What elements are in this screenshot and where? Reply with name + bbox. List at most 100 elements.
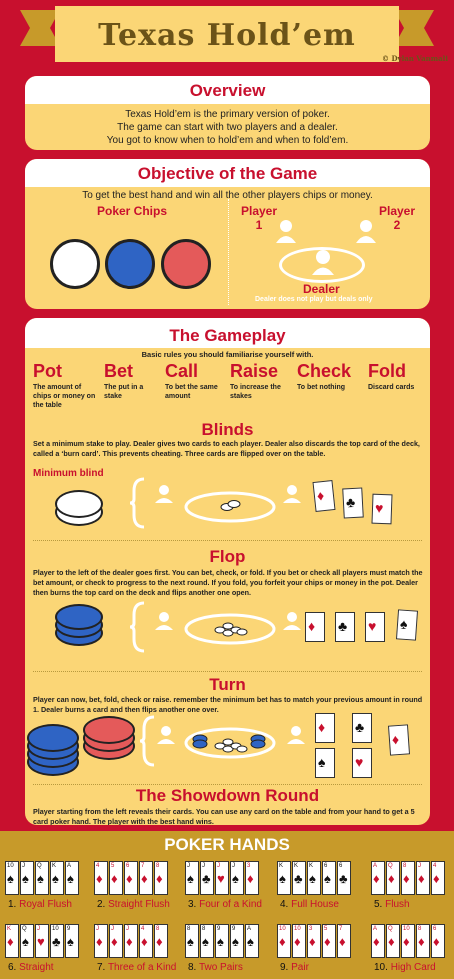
card-rank: K bbox=[309, 863, 314, 869]
section-divider bbox=[33, 671, 422, 672]
card-rank: A bbox=[247, 926, 252, 932]
card-rank: J bbox=[37, 926, 40, 932]
hand-label: 10. High Card bbox=[374, 962, 436, 973]
hand-label: 8. Two Pairs bbox=[188, 962, 243, 973]
term-check-desc: To bet nothing bbox=[297, 384, 346, 391]
card-rank: 8 bbox=[187, 926, 191, 932]
card-suit-icon: ♦ bbox=[388, 871, 395, 886]
hand-card: J ♦ bbox=[416, 861, 430, 895]
objective-heading: Objective of the Game bbox=[25, 159, 430, 187]
gameplay-panel: The Gameplay Basic rules you should fami… bbox=[25, 318, 430, 825]
hand-card: J ♦ bbox=[109, 924, 123, 958]
card-suit-icon: ♠ bbox=[217, 934, 224, 949]
hand-card: A ♠ bbox=[245, 924, 259, 958]
card-suit-icon: ♣ bbox=[339, 871, 348, 886]
card-rank: 10 bbox=[279, 926, 286, 932]
card-suit-icon: ♦ bbox=[433, 934, 440, 949]
card-suit-icon: ♦ bbox=[309, 934, 316, 949]
card-rank: 8 bbox=[403, 863, 407, 869]
card-suit-icon: ♠ bbox=[187, 871, 194, 886]
hand-number: 6. bbox=[8, 962, 20, 973]
poker-hands-title: POKER HANDS bbox=[164, 835, 290, 854]
term-pot-desc: The amount of chips or money on the tabl… bbox=[33, 384, 96, 409]
turn-card: ♥ bbox=[352, 748, 372, 778]
flop-title: Flop bbox=[209, 547, 246, 566]
overview-line: Texas Hold’em is the primary version of … bbox=[125, 109, 330, 120]
flop-card: ♦ bbox=[305, 612, 325, 642]
objective-divider bbox=[228, 199, 229, 305]
player2-label: Player 2 bbox=[379, 204, 415, 232]
term-raise-desc: To increase the stakes bbox=[230, 384, 281, 400]
hand-label: 2. Straight Flush bbox=[97, 899, 170, 910]
card-suit-icon: ♠ bbox=[187, 934, 194, 949]
card-suit-icon: ♠ bbox=[67, 871, 74, 886]
hand-card: J ♠ bbox=[20, 861, 34, 895]
hand-card: Q ♠ bbox=[20, 924, 34, 958]
player2-label-num: 2 bbox=[393, 218, 401, 232]
card-suit-icon: ♦ bbox=[403, 934, 410, 949]
flop-card: ♠ bbox=[395, 609, 419, 641]
hand-card: A ♦ bbox=[371, 924, 385, 958]
card-suit-icon: ♦ bbox=[156, 934, 163, 949]
card-rank: 6 bbox=[339, 863, 343, 869]
card-rank: K bbox=[7, 926, 12, 932]
hand-cards: 10 ♠ J ♠ Q ♠ K ♠ A ♠ bbox=[5, 861, 83, 895]
hand-number: 3. bbox=[188, 899, 200, 910]
hand-card: 10 ♦ bbox=[401, 924, 415, 958]
card-rank: J bbox=[232, 863, 235, 869]
flop-chip bbox=[55, 604, 103, 630]
blind-chip-stack-top bbox=[55, 490, 103, 518]
card-rank: 10 bbox=[52, 926, 59, 932]
hand-label: 1. Royal Flush bbox=[8, 899, 72, 910]
hand-cards: K ♦ Q ♠ J ♥ 10 ♣ 9 ♠ bbox=[5, 924, 83, 958]
card-rank: J bbox=[96, 926, 99, 932]
hand-number: 2. bbox=[97, 899, 109, 910]
section-divider bbox=[33, 784, 422, 785]
card-rank: Q bbox=[22, 926, 27, 932]
dealer-label: Dealer bbox=[303, 282, 340, 296]
hand-card: 6 ♠ bbox=[322, 861, 336, 895]
hand-card: J ♥ bbox=[35, 924, 49, 958]
hand-card: 10 ♠ bbox=[5, 861, 19, 895]
card-suit-icon: ♠ bbox=[324, 871, 331, 886]
hand-cards: 4 ♦ 5 ♦ 6 ♦ 7 ♦ 8 ♦ bbox=[94, 861, 172, 895]
hand-card: 10 ♦ bbox=[277, 924, 291, 958]
overview-line: You got to know when to hold’em and when… bbox=[106, 135, 349, 146]
card-rank: 6 bbox=[433, 926, 437, 932]
card-rank: J bbox=[217, 863, 220, 869]
hand-card: K ♠ bbox=[307, 861, 321, 895]
card-suit-icon: ♥ bbox=[217, 871, 225, 886]
gameplay-heading: The Gameplay bbox=[25, 318, 430, 348]
hand-name: Two Pairs bbox=[198, 962, 243, 973]
hand-label: 7. Three of a Kind bbox=[97, 962, 176, 973]
card-rank: Q bbox=[37, 863, 42, 869]
card-suit-icon: ♦ bbox=[141, 871, 148, 886]
overview-line: The game can start with two players and … bbox=[117, 122, 338, 133]
card-suit-icon: ♦ bbox=[96, 934, 103, 949]
blinds-text: Set a minimum stake to play. Dealer give… bbox=[33, 439, 420, 458]
hand-number: 8. bbox=[188, 962, 199, 973]
card-suit-icon: ♠ bbox=[22, 871, 29, 886]
card-rank: 4 bbox=[433, 863, 437, 869]
card-suit-icon: ♣ bbox=[52, 934, 61, 949]
hand-card: K ♠ bbox=[50, 861, 64, 895]
hand-name: Straight bbox=[19, 962, 54, 973]
hand-card: 8 ♦ bbox=[416, 924, 430, 958]
card-suit-icon: ♦ bbox=[279, 934, 286, 949]
card-suit-icon: ♠ bbox=[202, 934, 209, 949]
hand-number: 1. bbox=[8, 899, 20, 910]
blue-chip bbox=[105, 239, 155, 289]
credit-text: © Dylan Vanmali bbox=[382, 54, 448, 63]
objective-panel: Objective of the Game To get the best ha… bbox=[25, 159, 430, 309]
player2-person-icon bbox=[356, 220, 376, 243]
hand-cards: 8 ♠ 8 ♠ 9 ♠ 9 ♠ A ♠ bbox=[185, 924, 263, 958]
hand-name: Straight Flush bbox=[108, 899, 170, 910]
term-bet-desc: The put in a stake bbox=[104, 384, 144, 400]
card-rank: 10 bbox=[294, 926, 301, 932]
hand-card: J ♠ bbox=[185, 861, 199, 895]
card-rank: 3 bbox=[247, 863, 251, 869]
hand-card: Q ♦ bbox=[386, 861, 400, 895]
card-suit-icon: ♠ bbox=[52, 871, 59, 886]
card-rank: 8 bbox=[202, 926, 206, 932]
card-rank: 6 bbox=[126, 863, 130, 869]
